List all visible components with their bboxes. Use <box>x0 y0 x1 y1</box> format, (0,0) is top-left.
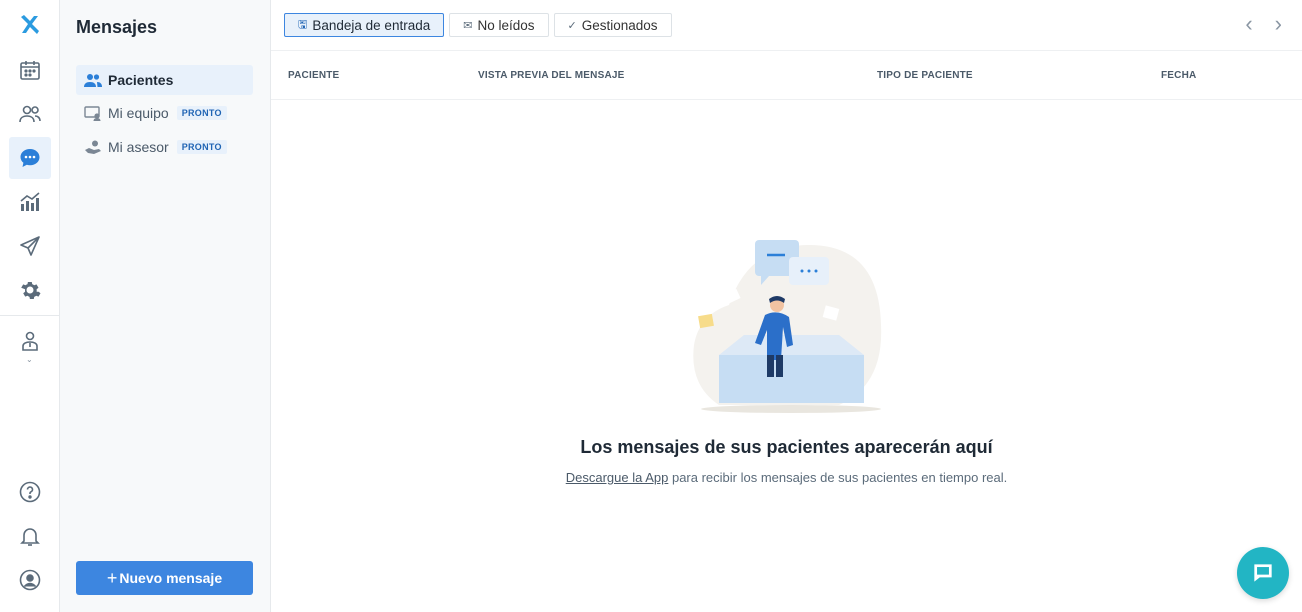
messages-icon[interactable] <box>9 137 51 179</box>
download-app-link[interactable]: Descargue la App <box>566 470 669 485</box>
team-icon <box>84 105 102 121</box>
coming-soon-badge: PRONTO <box>176 106 227 120</box>
tab-label: Bandeja de entrada <box>312 17 431 33</box>
sidebar-item-label: Mi equipo <box>108 105 169 121</box>
messages-sidebar: Mensajes Pacientes Mi equipo PRONTO Mi a… <box>60 0 271 612</box>
column-header-preview[interactable]: VISTA PREVIA DEL MENSAJE <box>478 70 625 81</box>
tab-label: No leídos <box>477 17 535 33</box>
chat-icon <box>1254 564 1272 582</box>
tab-no-leidos[interactable]: ✉ No leídos <box>449 13 549 37</box>
table-header: PACIENTE VISTA PREVIA DEL MENSAJE TIPO D… <box>271 50 1302 100</box>
new-message-label: Nuevo mensaje <box>119 570 223 586</box>
chevron-right-icon[interactable]: › <box>1275 12 1282 36</box>
new-message-button[interactable]: + Nuevo mensaje <box>76 561 253 595</box>
account-icon[interactable] <box>9 559 51 601</box>
plus-icon: + <box>106 567 118 588</box>
column-header-tipo[interactable]: TIPO DE PACIENTE <box>877 70 973 81</box>
brand-logo-icon[interactable] <box>9 4 51 46</box>
check-icon: ✓ <box>567 19 577 32</box>
rail-divider <box>0 315 59 316</box>
column-header-paciente[interactable]: PACIENTE <box>288 70 339 81</box>
handshake-icon <box>84 139 102 155</box>
messages-main: 🖫 Bandeja de entrada ✉ No leídos ✓ Gesti… <box>271 0 1302 612</box>
empty-state-text: Descargue la App para recibir los mensaj… <box>271 470 1302 485</box>
envelope-icon: ✉ <box>463 19 473 32</box>
sidebar-item-label: Pacientes <box>108 72 174 88</box>
sidebar-item-mi-equipo[interactable]: Mi equipo PRONTO <box>76 98 253 128</box>
help-icon[interactable] <box>9 471 51 513</box>
patients-icon[interactable] <box>9 93 51 135</box>
tab-label: Gestionados <box>581 17 658 33</box>
patients-icon <box>84 72 102 88</box>
column-header-fecha[interactable]: FECHA <box>1161 70 1196 81</box>
chevron-left-icon[interactable]: ‹ <box>1245 12 1252 36</box>
sidebar-item-label: Mi asesor <box>108 139 169 155</box>
tab-bandeja-de-entrada[interactable]: 🖫 Bandeja de entrada <box>284 13 445 37</box>
gear-icon[interactable] <box>9 269 51 311</box>
empty-state-title: Los mensajes de sus pacientes aparecerán… <box>580 437 993 457</box>
calendar-icon[interactable] <box>9 49 51 91</box>
message-filter-tabs: 🖫 Bandeja de entrada ✉ No leídos ✓ Gesti… <box>284 13 672 37</box>
app: ⌄ Mensajes Pacientes Mi equipo PRONTO Mi… <box>0 0 1302 612</box>
chevron-down-icon[interactable]: ⌄ <box>26 355 33 364</box>
inbox-icon: 🖫 <box>298 18 308 31</box>
pagination: ‹ › <box>1245 12 1282 36</box>
send-icon[interactable] <box>9 225 51 267</box>
bell-icon[interactable] <box>9 515 51 557</box>
sidebar-item-pacientes[interactable]: Pacientes <box>76 65 253 95</box>
icon-rail: ⌄ <box>0 0 60 612</box>
stats-icon[interactable] <box>9 181 51 223</box>
support-chat-button[interactable] <box>1237 547 1289 599</box>
sidebar-title: Mensajes <box>76 17 158 37</box>
sidebar-item-mi-asesor[interactable]: Mi asesor PRONTO <box>76 132 253 162</box>
coming-soon-badge: PRONTO <box>176 140 227 154</box>
empty-inbox-illustration <box>693 240 882 413</box>
tab-gestionados[interactable]: ✓ Gestionados <box>553 13 672 37</box>
empty-state-description: para recibir los mensajes de sus pacient… <box>671 470 1008 485</box>
